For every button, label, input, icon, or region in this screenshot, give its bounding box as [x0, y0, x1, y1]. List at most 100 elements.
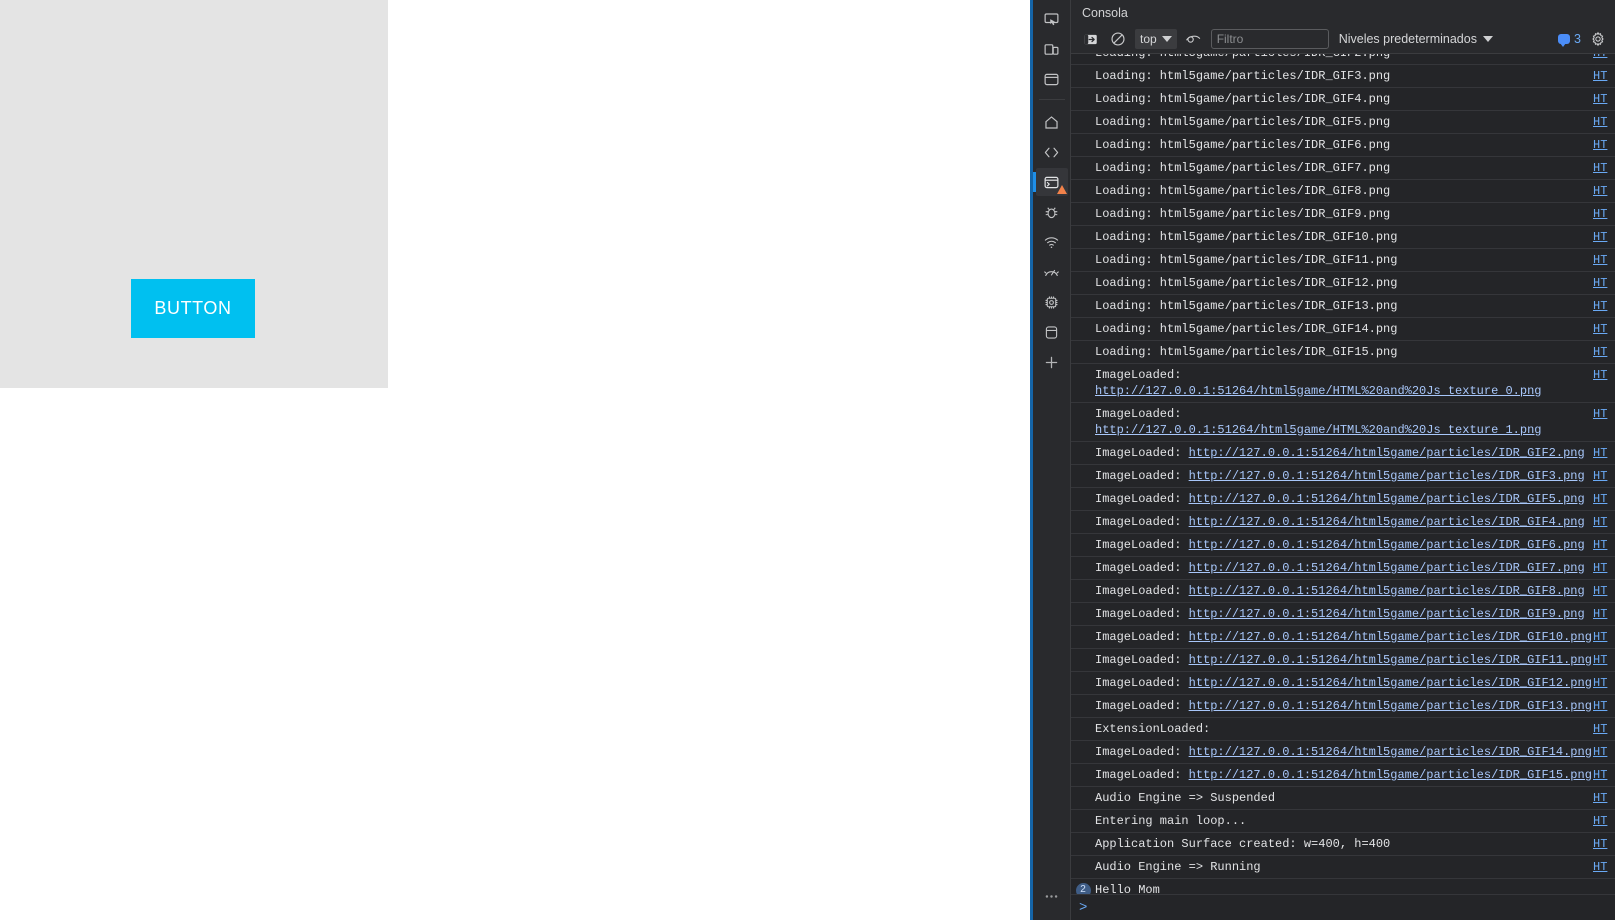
log-source-link[interactable]: HT — [1593, 406, 1615, 422]
sidebar-toggle-icon[interactable] — [1079, 29, 1101, 49]
console-log-row[interactable]: Loading: html5game/particles/IDR_GIF7.pn… — [1071, 157, 1615, 180]
elements-panel-icon[interactable] — [1036, 65, 1068, 93]
log-source-link[interactable]: HT — [1593, 813, 1615, 829]
memory-chip-icon[interactable] — [1036, 288, 1068, 316]
console-log-row[interactable]: Loading: html5game/particles/IDR_GIF11.p… — [1071, 249, 1615, 272]
console-log-row[interactable]: Audio Engine => Suspended HT — [1071, 787, 1615, 810]
console-log-row[interactable]: 2 Hello Mom — [1071, 879, 1615, 895]
log-source-link[interactable]: HT — [1593, 583, 1615, 599]
console-log-row[interactable]: ImageLoaded: http://127.0.0.1:51264/html… — [1071, 534, 1615, 557]
console-log-row[interactable]: ImageLoaded: http://127.0.0.1:51264/html… — [1071, 442, 1615, 465]
log-source-link[interactable]: HT — [1593, 344, 1615, 360]
inspect-element-icon[interactable] — [1036, 5, 1068, 33]
console-log-row[interactable]: Loading: html5game/particles/IDR_GIF10.p… — [1071, 226, 1615, 249]
log-source-link[interactable]: HT — [1593, 54, 1615, 61]
console-log-row[interactable]: ImageLoaded: http://127.0.0.1:51264/html… — [1071, 580, 1615, 603]
log-message-link[interactable]: http://127.0.0.1:51264/html5game/particl… — [1189, 607, 1585, 621]
log-message-link[interactable]: http://127.0.0.1:51264/html5game/particl… — [1189, 561, 1585, 575]
log-source-link[interactable]: HT — [1593, 675, 1615, 691]
console-log-row[interactable]: Loading: html5game/particles/IDR_GIF6.pn… — [1071, 134, 1615, 157]
execution-context-select[interactable]: top — [1135, 29, 1177, 50]
console-log-row[interactable]: ImageLoaded: http://127.0.0.1:51264/html… — [1071, 557, 1615, 580]
home-icon[interactable] — [1036, 108, 1068, 136]
console-prompt[interactable]: > — [1071, 894, 1615, 920]
log-source-link[interactable]: HT — [1593, 606, 1615, 622]
log-message-link[interactable]: http://127.0.0.1:51264/html5game/particl… — [1189, 745, 1592, 759]
log-source-link[interactable]: HT — [1593, 367, 1615, 383]
more-tools-icon[interactable] — [1036, 882, 1068, 910]
console-log-row[interactable]: ImageLoaded: http://127.0.0.1:51264/html… — [1071, 488, 1615, 511]
console-log-row[interactable]: ImageLoaded: http://127.0.0.1:51264/html… — [1071, 672, 1615, 695]
console-log-row[interactable]: ImageLoaded: http://127.0.0.1:51264/html… — [1071, 626, 1615, 649]
log-source-link[interactable]: HT — [1593, 698, 1615, 714]
log-source-link[interactable]: HT — [1593, 183, 1615, 199]
log-source-link[interactable]: HT — [1593, 836, 1615, 852]
clear-console-icon[interactable] — [1107, 29, 1129, 49]
log-source-link[interactable]: HT — [1593, 160, 1615, 176]
console-log-row[interactable]: Loading: html5game/particles/IDR_GIF14.p… — [1071, 318, 1615, 341]
console-log-row[interactable]: Loading: html5game/particles/IDR_GIF2.pn… — [1071, 54, 1615, 65]
log-source-link[interactable]: HT — [1593, 275, 1615, 291]
log-source-link[interactable]: HT — [1593, 744, 1615, 760]
log-message-link[interactable]: http://127.0.0.1:51264/html5game/particl… — [1189, 676, 1592, 690]
add-panel-icon[interactable] — [1036, 348, 1068, 376]
console-log-row[interactable]: Loading: html5game/particles/IDR_GIF12.p… — [1071, 272, 1615, 295]
log-source-link[interactable]: HT — [1593, 721, 1615, 737]
log-source-link[interactable]: HT — [1593, 468, 1615, 484]
log-source-link[interactable]: HT — [1593, 137, 1615, 153]
log-message-link[interactable]: http://127.0.0.1:51264/html5game/particl… — [1189, 538, 1585, 552]
console-log-row[interactable]: ImageLoaded: http://127.0.0.1:51264/html… — [1071, 649, 1615, 672]
console-input[interactable] — [1093, 900, 1615, 915]
log-message-link[interactable]: http://127.0.0.1:51264/html5game/HTML%20… — [1095, 384, 1541, 398]
log-source-link[interactable]: HT — [1593, 537, 1615, 553]
console-log-row[interactable]: Entering main loop... HT — [1071, 810, 1615, 833]
console-log-row[interactable]: ImageLoaded: http://127.0.0.1:51264/html… — [1071, 741, 1615, 764]
log-source-link[interactable]: HT — [1593, 514, 1615, 530]
console-log-row[interactable]: ImageLoaded: http://127.0.0.1:51264/html5… — [1071, 403, 1615, 442]
console-log-row[interactable]: ImageLoaded: http://127.0.0.1:51264/html… — [1071, 511, 1615, 534]
console-log-row[interactable]: Loading: html5game/particles/IDR_GIF9.pn… — [1071, 203, 1615, 226]
device-toolbar-icon[interactable] — [1036, 35, 1068, 63]
debugger-bug-icon[interactable] — [1036, 198, 1068, 226]
log-source-link[interactable]: HT — [1593, 652, 1615, 668]
message-count-badge[interactable]: 3 — [1558, 32, 1581, 48]
log-source-link[interactable]: HT — [1593, 629, 1615, 645]
log-source-link[interactable]: HT — [1593, 491, 1615, 507]
log-message-link[interactable]: http://127.0.0.1:51264/html5game/particl… — [1189, 515, 1585, 529]
network-wifi-icon[interactable] — [1036, 228, 1068, 256]
console-log-row[interactable]: Audio Engine => Running HT — [1071, 856, 1615, 879]
console-log-row[interactable]: Loading: html5game/particles/IDR_GIF13.p… — [1071, 295, 1615, 318]
log-source-link[interactable]: HT — [1593, 252, 1615, 268]
log-source-link[interactable]: HT — [1593, 560, 1615, 576]
console-log-row[interactable]: ExtensionLoaded: HT — [1071, 718, 1615, 741]
log-message-link[interactable]: http://127.0.0.1:51264/html5game/particl… — [1189, 699, 1592, 713]
console-log-row[interactable]: ImageLoaded: http://127.0.0.1:51264/html… — [1071, 603, 1615, 626]
log-message-link[interactable]: http://127.0.0.1:51264/html5game/particl… — [1189, 584, 1585, 598]
sources-code-icon[interactable] — [1036, 138, 1068, 166]
log-source-link[interactable]: HT — [1593, 229, 1615, 245]
performance-gauge-icon[interactable] — [1036, 258, 1068, 286]
console-log-row[interactable]: ImageLoaded: http://127.0.0.1:51264/html… — [1071, 465, 1615, 488]
log-source-link[interactable]: HT — [1593, 206, 1615, 222]
console-log-row[interactable]: ImageLoaded: http://127.0.0.1:51264/html… — [1071, 695, 1615, 718]
log-source-link[interactable]: HT — [1593, 68, 1615, 84]
console-panel-icon[interactable] — [1032, 168, 1068, 196]
console-log-row[interactable]: Loading: html5game/particles/IDR_GIF15.p… — [1071, 341, 1615, 364]
log-source-link[interactable]: HT — [1593, 114, 1615, 130]
log-message-link[interactable]: http://127.0.0.1:51264/html5game/particl… — [1189, 469, 1585, 483]
log-message-link[interactable]: http://127.0.0.1:51264/html5game/particl… — [1189, 768, 1592, 782]
log-message-link[interactable]: http://127.0.0.1:51264/html5game/particl… — [1189, 492, 1585, 506]
log-source-link[interactable]: HT — [1593, 790, 1615, 806]
log-source-link[interactable]: HT — [1593, 445, 1615, 461]
console-log-row[interactable]: Loading: html5game/particles/IDR_GIF8.pn… — [1071, 180, 1615, 203]
log-message-link[interactable]: http://127.0.0.1:51264/html5game/particl… — [1189, 630, 1592, 644]
console-log-row[interactable]: Loading: html5game/particles/IDR_GIF4.pn… — [1071, 88, 1615, 111]
console-log-row[interactable]: Loading: html5game/particles/IDR_GIF3.pn… — [1071, 65, 1615, 88]
log-levels-select[interactable]: Niveles predeterminados — [1339, 32, 1493, 46]
log-source-link[interactable]: HT — [1593, 298, 1615, 314]
log-message-link[interactable]: http://127.0.0.1:51264/html5game/HTML%20… — [1095, 423, 1541, 437]
console-log-row[interactable]: ImageLoaded: http://127.0.0.1:51264/html… — [1071, 764, 1615, 787]
console-log-row[interactable]: Loading: html5game/particles/IDR_GIF5.pn… — [1071, 111, 1615, 134]
storage-database-icon[interactable] — [1036, 318, 1068, 346]
log-source-link[interactable]: HT — [1593, 91, 1615, 107]
